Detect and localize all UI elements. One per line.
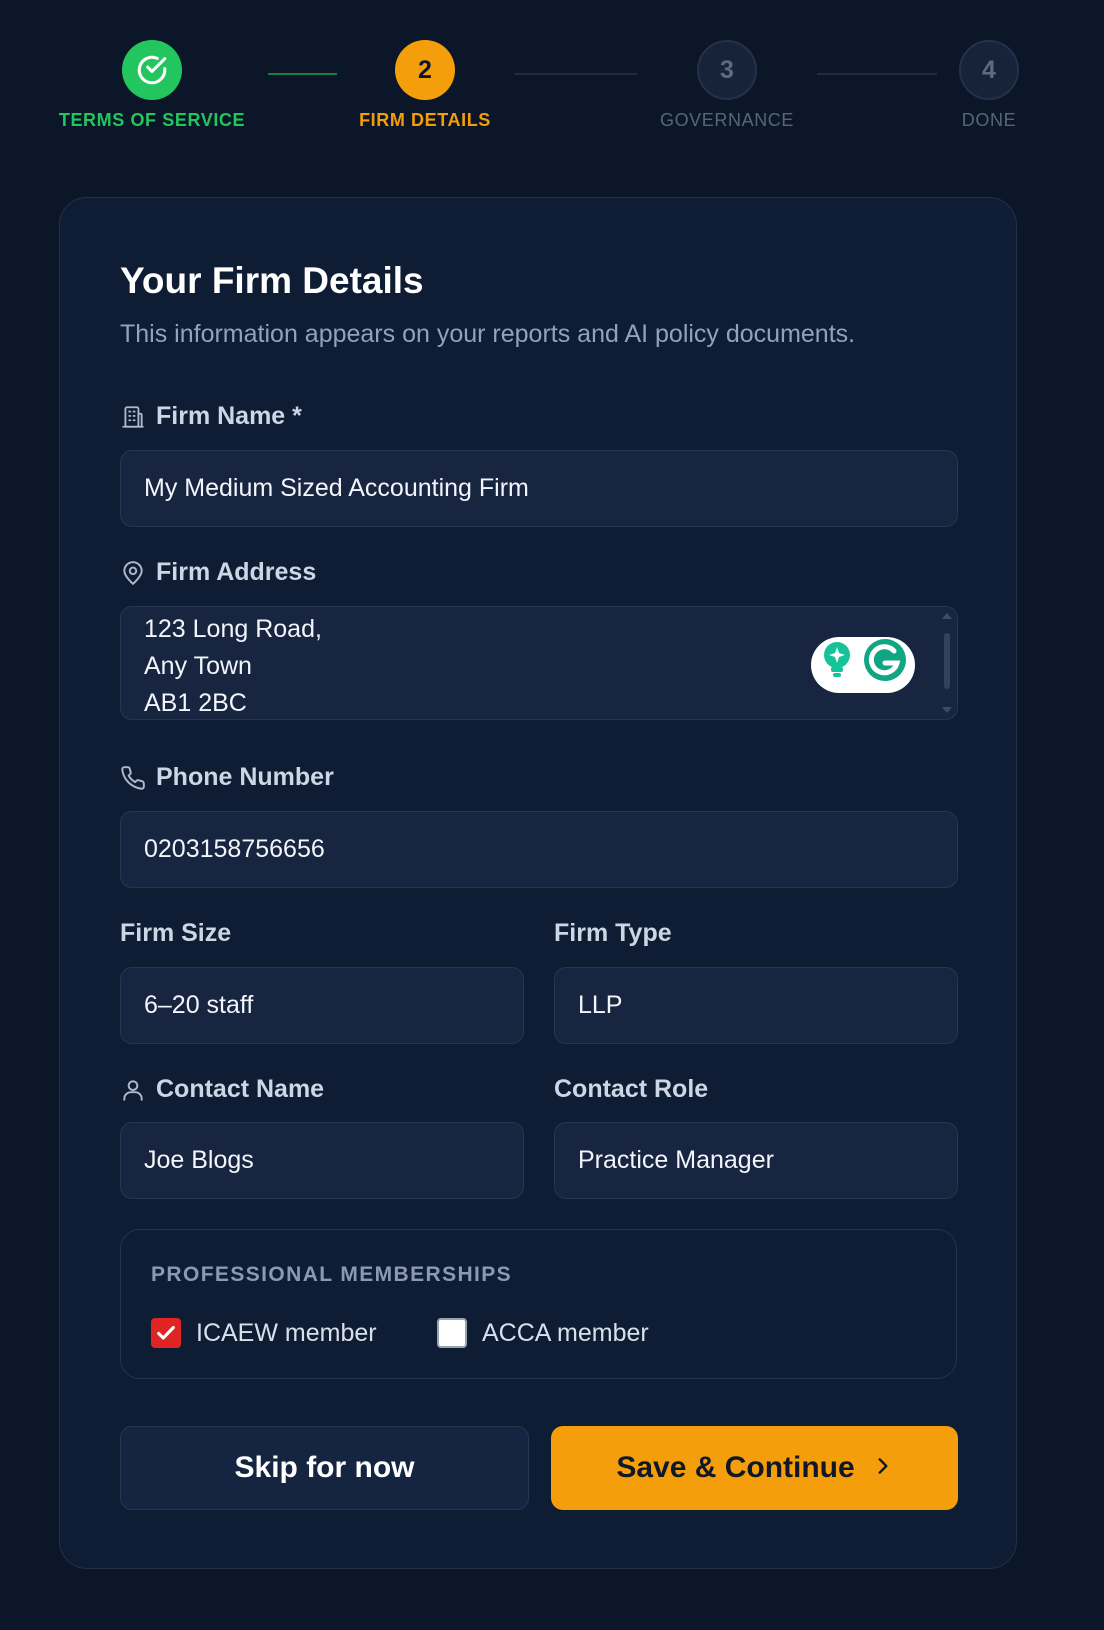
skip-for-now-button[interactable]: Skip for now xyxy=(120,1426,529,1510)
phone-icon xyxy=(120,765,146,791)
firm-type-select[interactable]: LLP xyxy=(554,967,958,1044)
step-done[interactable]: 4 DONE xyxy=(869,40,1104,131)
firm-type-label: Firm Type xyxy=(554,919,672,947)
firm-details-card: Your Firm Details This information appea… xyxy=(59,197,1017,1569)
firm-size-select[interactable]: 6–20 staff xyxy=(120,967,524,1044)
save-continue-button[interactable]: Save & Continue xyxy=(551,1426,958,1510)
contact-role-label: Contact Role xyxy=(554,1075,709,1103)
professional-memberships-panel: PROFESSIONAL MEMBERSHIPS ICAEW member AC… xyxy=(120,1229,957,1379)
lightbulb-icon xyxy=(819,640,855,691)
step-label: DONE xyxy=(961,110,1017,130)
acca-member-option[interactable]: ACCA member xyxy=(437,1318,649,1348)
label-text: Phone Number xyxy=(156,763,334,791)
scroll-thumb[interactable] xyxy=(944,633,950,689)
step-firm-details[interactable]: 2 FIRM DETAILS xyxy=(305,40,545,131)
label-text: Firm Name * xyxy=(156,402,302,430)
step-label: GOVERNANCE xyxy=(659,110,795,130)
icaew-member-option[interactable]: ICAEW member xyxy=(151,1318,377,1348)
step-label: FIRM DETAILS xyxy=(359,110,491,130)
chevron-right-icon xyxy=(873,1451,893,1485)
contact-name-label: Contact Name xyxy=(120,1075,324,1104)
contact-name-input[interactable]: Joe Blogs xyxy=(120,1122,524,1199)
step-number: 2 xyxy=(395,40,455,100)
checkbox-label: ICAEW member xyxy=(196,1318,377,1347)
label-text: Contact Name xyxy=(156,1075,325,1103)
phone-label: Phone Number xyxy=(120,763,334,792)
firm-name-label: Firm Name * xyxy=(120,402,302,431)
phone-input[interactable]: 0203158756656 xyxy=(120,811,958,888)
grammarly-icon xyxy=(863,638,907,693)
step-number: 3 xyxy=(697,40,757,100)
scroll-up-arrow-icon[interactable] xyxy=(942,613,952,619)
checkmark-icon xyxy=(157,1325,175,1340)
step-governance[interactable]: 3 GOVERNANCE xyxy=(607,40,847,131)
address-line: 123 Long Road, xyxy=(144,615,322,643)
button-label: Skip for now xyxy=(234,1451,415,1484)
step-label: TERMS OF SERVICE xyxy=(58,110,246,130)
firm-size-label: Firm Size xyxy=(120,919,232,947)
scroll-down-arrow-icon[interactable] xyxy=(942,707,952,713)
icaew-checkbox[interactable] xyxy=(151,1318,181,1348)
progress-stepper: TERMS OF SERVICE 2 FIRM DETAILS 3 GOVERN… xyxy=(0,0,1104,160)
building-icon xyxy=(120,404,146,430)
page-subtitle: This information appears on your reports… xyxy=(120,320,856,348)
check-circle-icon xyxy=(122,40,182,100)
contact-role-input[interactable]: Practice Manager xyxy=(554,1122,958,1199)
address-line: AB1 2BC xyxy=(144,689,247,717)
grammarly-widget[interactable] xyxy=(811,637,915,693)
map-pin-icon xyxy=(120,560,146,586)
firm-address-label: Firm Address xyxy=(120,558,316,587)
step-number: 4 xyxy=(959,40,1019,100)
memberships-title: PROFESSIONAL MEMBERSHIPS xyxy=(151,1263,513,1286)
step-terms-of-service[interactable]: TERMS OF SERVICE xyxy=(32,40,272,131)
acca-checkbox[interactable] xyxy=(437,1318,467,1348)
page-title: Your Firm Details xyxy=(120,260,424,301)
firm-name-input[interactable]: My Medium Sized Accounting Firm xyxy=(120,450,958,527)
checkbox-label: ACCA member xyxy=(482,1318,649,1347)
firm-address-textarea[interactable]: 123 Long Road, Any Town AB1 2BC xyxy=(120,606,958,720)
button-label: Save & Continue xyxy=(616,1451,855,1484)
user-icon xyxy=(120,1077,146,1103)
textarea-scrollbar[interactable] xyxy=(941,611,953,715)
label-text: Firm Address xyxy=(156,558,317,586)
